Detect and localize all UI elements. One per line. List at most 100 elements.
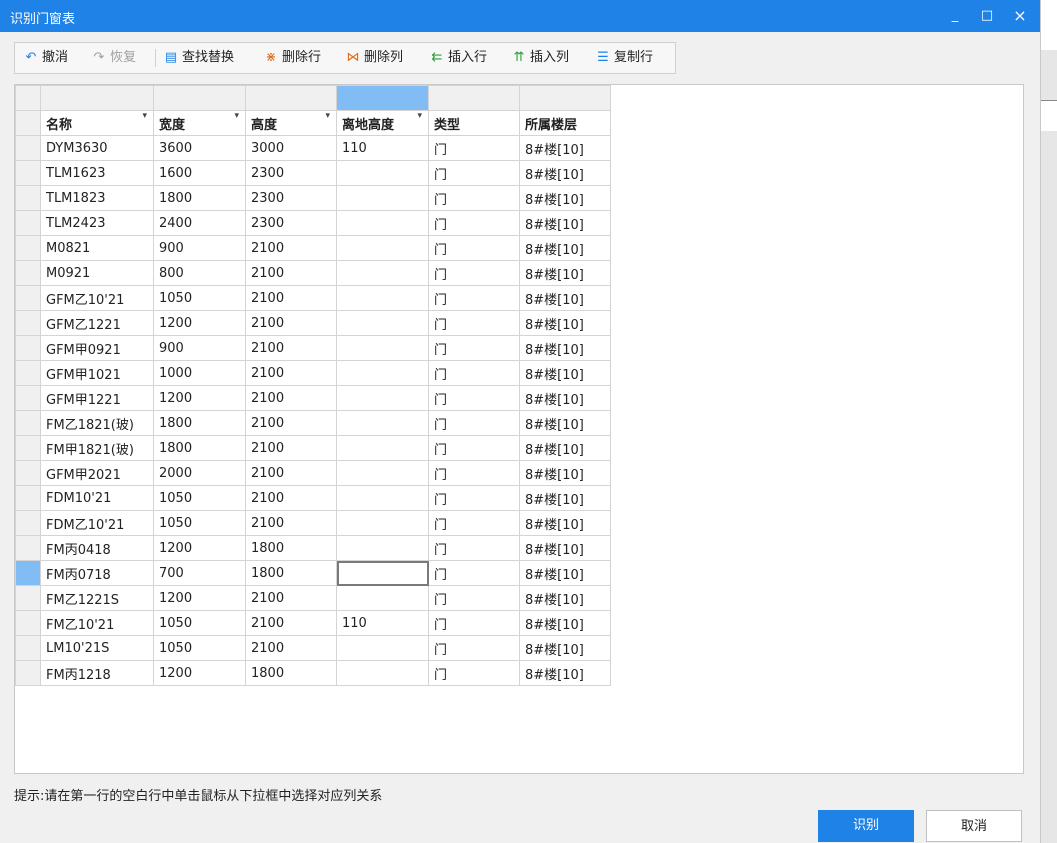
table-cell[interactable] bbox=[336, 335, 429, 361]
delete-column-button[interactable]: ⋈ 删除列 bbox=[345, 43, 404, 73]
column-mapping-cell[interactable] bbox=[153, 85, 246, 111]
table-cell[interactable]: FM丙1218 bbox=[40, 660, 154, 686]
chevron-down-icon[interactable]: ▾ bbox=[142, 112, 147, 122]
table-cell[interactable]: 2100 bbox=[245, 385, 337, 411]
table-cell[interactable]: 8#楼[10] bbox=[519, 485, 611, 511]
table-cell[interactable] bbox=[336, 260, 429, 286]
table-cell[interactable]: 1050 bbox=[153, 610, 246, 636]
table-cell[interactable]: 8#楼[10] bbox=[519, 285, 611, 311]
table-cell[interactable]: 门 bbox=[428, 610, 520, 636]
table-cell[interactable]: 门 bbox=[428, 535, 520, 561]
row-header[interactable] bbox=[15, 260, 41, 286]
close-button[interactable]: × bbox=[1005, 0, 1035, 32]
row-header[interactable] bbox=[15, 435, 41, 461]
row-header[interactable] bbox=[15, 235, 41, 261]
table-cell[interactable]: GFM甲1021 bbox=[40, 360, 154, 386]
row-header[interactable] bbox=[15, 410, 41, 436]
table-cell[interactable] bbox=[336, 360, 429, 386]
table-cell[interactable]: 8#楼[10] bbox=[519, 460, 611, 486]
table-cell[interactable]: 1800 bbox=[245, 535, 337, 561]
minimize-button[interactable]: _ bbox=[940, 0, 970, 32]
table-cell[interactable]: 2100 bbox=[245, 335, 337, 361]
column-header[interactable]: 宽度 ▾ bbox=[153, 110, 246, 136]
table-cell[interactable]: 2300 bbox=[245, 210, 337, 236]
table-cell[interactable]: 8#楼[10] bbox=[519, 560, 611, 586]
column-header[interactable]: 名称 ▾ bbox=[40, 110, 154, 136]
table-cell[interactable]: 门 bbox=[428, 285, 520, 311]
table-cell[interactable]: GFM甲1221 bbox=[40, 385, 154, 411]
table-cell[interactable]: FDM乙10'21 bbox=[40, 510, 154, 536]
chevron-down-icon[interactable]: ▾ bbox=[325, 112, 330, 122]
row-header[interactable] bbox=[15, 535, 41, 561]
table-cell[interactable]: 2100 bbox=[245, 260, 337, 286]
copy-row-button[interactable]: ☰ 复制行 bbox=[595, 43, 653, 73]
column-mapping-cell[interactable] bbox=[40, 85, 154, 111]
table-cell[interactable]: 8#楼[10] bbox=[519, 435, 611, 461]
column-header[interactable]: 离地高度 ▾ bbox=[336, 110, 429, 136]
row-header[interactable] bbox=[15, 160, 41, 186]
cancel-button[interactable]: 取消 bbox=[926, 810, 1022, 842]
table-cell[interactable]: 900 bbox=[153, 235, 246, 261]
table-cell[interactable]: 门 bbox=[428, 135, 520, 161]
row-header[interactable] bbox=[15, 610, 41, 636]
table-cell[interactable]: 1800 bbox=[245, 560, 337, 586]
row-header[interactable] bbox=[15, 635, 41, 661]
row-header[interactable] bbox=[15, 185, 41, 211]
table-cell[interactable]: M0821 bbox=[40, 235, 154, 261]
row-header[interactable] bbox=[15, 385, 41, 411]
table-cell[interactable]: 8#楼[10] bbox=[519, 185, 611, 211]
row-header[interactable] bbox=[15, 560, 41, 586]
table-cell[interactable]: 1800 bbox=[245, 660, 337, 686]
table-cell[interactable]: 2100 bbox=[245, 435, 337, 461]
table-cell[interactable]: 700 bbox=[153, 560, 246, 586]
table-cell[interactable]: 8#楼[10] bbox=[519, 160, 611, 186]
table-cell[interactable]: DYM3630 bbox=[40, 135, 154, 161]
table-cell[interactable]: GFM乙1221 bbox=[40, 310, 154, 336]
table-cell[interactable]: 1050 bbox=[153, 285, 246, 311]
table-cell[interactable] bbox=[336, 435, 429, 461]
table-cell[interactable]: 800 bbox=[153, 260, 246, 286]
row-header[interactable] bbox=[15, 285, 41, 311]
table-cell[interactable]: 1050 bbox=[153, 485, 246, 511]
table-cell[interactable]: 1200 bbox=[153, 660, 246, 686]
table-cell[interactable]: 门 bbox=[428, 510, 520, 536]
table-cell[interactable] bbox=[336, 410, 429, 436]
row-header[interactable] bbox=[15, 110, 41, 136]
chevron-down-icon[interactable]: ▾ bbox=[417, 112, 422, 122]
table-cell[interactable]: 门 bbox=[428, 160, 520, 186]
table-cell[interactable]: 2100 bbox=[245, 510, 337, 536]
table-cell[interactable] bbox=[336, 635, 429, 661]
table-cell[interactable]: 2100 bbox=[245, 410, 337, 436]
table-cell[interactable]: 2400 bbox=[153, 210, 246, 236]
table-cell[interactable] bbox=[336, 285, 429, 311]
table-cell[interactable]: GFM乙10'21 bbox=[40, 285, 154, 311]
table-cell[interactable]: 8#楼[10] bbox=[519, 610, 611, 636]
table-cell[interactable]: 门 bbox=[428, 460, 520, 486]
table-cell[interactable]: TLM1823 bbox=[40, 185, 154, 211]
table-cell[interactable]: 8#楼[10] bbox=[519, 360, 611, 386]
column-header[interactable]: 高度 ▾ bbox=[245, 110, 337, 136]
redo-button[interactable]: ↷ 恢复 bbox=[91, 43, 136, 73]
row-header[interactable] bbox=[15, 510, 41, 536]
table-cell[interactable] bbox=[336, 660, 429, 686]
table-cell[interactable]: 2000 bbox=[153, 460, 246, 486]
table-cell[interactable]: 2100 bbox=[245, 310, 337, 336]
row-header[interactable] bbox=[15, 460, 41, 486]
find-replace-button[interactable]: ▤ 查找替换 bbox=[163, 43, 234, 73]
table-cell[interactable]: 门 bbox=[428, 435, 520, 461]
table-cell[interactable] bbox=[336, 535, 429, 561]
table-cell[interactable]: GFM甲2021 bbox=[40, 460, 154, 486]
table-cell[interactable]: 1200 bbox=[153, 535, 246, 561]
table-cell[interactable]: 8#楼[10] bbox=[519, 260, 611, 286]
row-header[interactable] bbox=[15, 585, 41, 611]
table-cell[interactable]: 8#楼[10] bbox=[519, 310, 611, 336]
table-cell[interactable]: 门 bbox=[428, 185, 520, 211]
table-cell[interactable]: 门 bbox=[428, 260, 520, 286]
row-header[interactable] bbox=[15, 135, 41, 161]
table-cell[interactable]: 1600 bbox=[153, 160, 246, 186]
table-cell[interactable]: 2100 bbox=[245, 285, 337, 311]
table-cell[interactable] bbox=[336, 235, 429, 261]
table-cell[interactable]: FM丙0718 bbox=[40, 560, 154, 586]
row-header[interactable] bbox=[15, 360, 41, 386]
table-cell[interactable]: 8#楼[10] bbox=[519, 235, 611, 261]
